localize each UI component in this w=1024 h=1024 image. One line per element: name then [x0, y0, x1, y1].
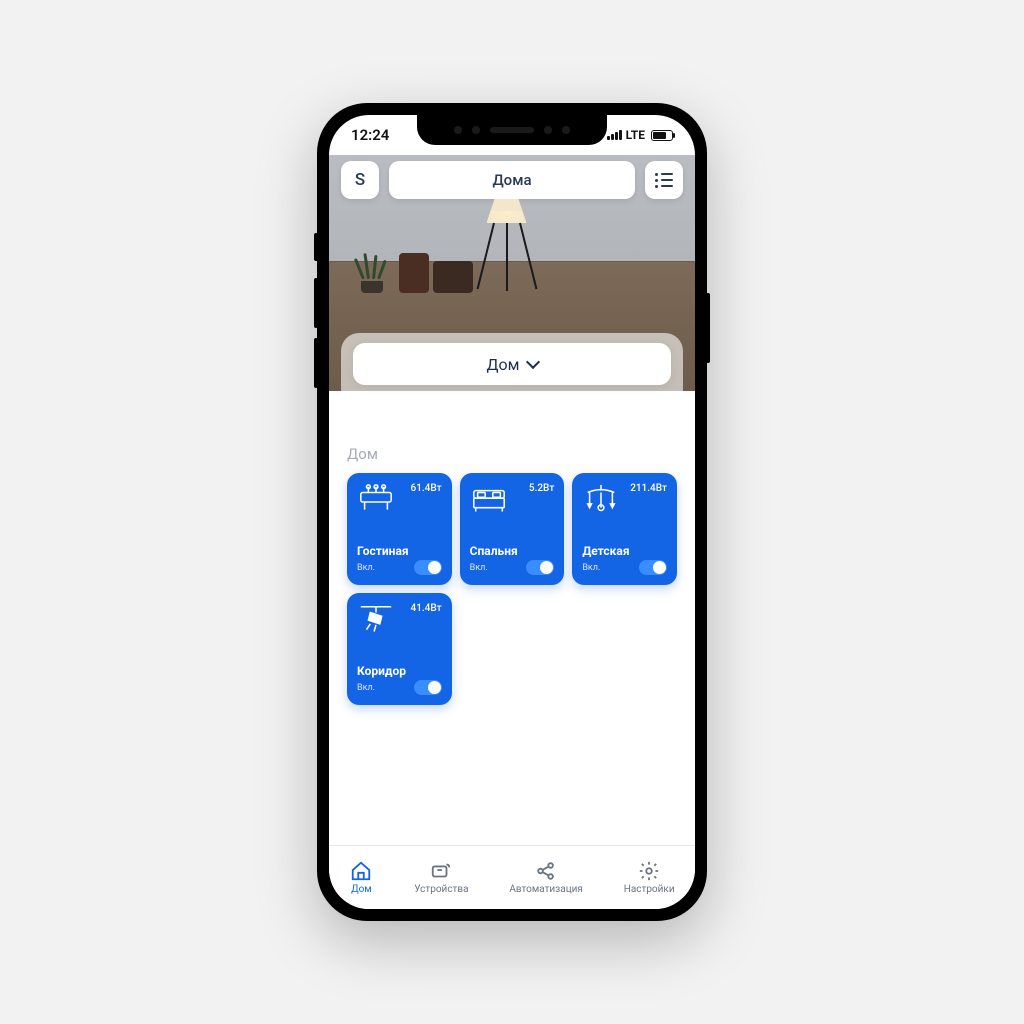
- room-toggle[interactable]: [639, 560, 667, 575]
- status-time: 12:24: [351, 126, 389, 144]
- tab-automation[interactable]: Автоматизация: [509, 860, 583, 895]
- volume-down-button: [314, 338, 318, 388]
- room-state: Вкл.: [470, 563, 488, 573]
- signal-icon: [607, 130, 622, 140]
- tab-label: Устройства: [414, 884, 468, 895]
- room-state: Вкл.: [582, 563, 600, 573]
- foosball-icon: [357, 483, 395, 515]
- screen: 12:24 LTE S Дома: [329, 115, 695, 909]
- room-toggle[interactable]: [414, 560, 442, 575]
- room-name: Детская: [582, 544, 667, 558]
- tab-bar: Дом Устройства Автоматизация: [329, 845, 695, 909]
- tab-home[interactable]: Дом: [349, 860, 373, 895]
- floor-dropdown[interactable]: Дом: [353, 343, 671, 385]
- room-watt: 41.4Вт: [411, 603, 442, 614]
- tab-settings[interactable]: Настройки: [624, 860, 675, 895]
- power-button: [706, 293, 710, 363]
- spotlight-icon: [357, 603, 395, 635]
- room-name: Спальня: [470, 544, 555, 558]
- scene-decor: [433, 261, 473, 293]
- room-name: Гостиная: [357, 544, 442, 558]
- room-toggle[interactable]: [414, 680, 442, 695]
- network-label: LTE: [626, 128, 645, 142]
- room-state: Вкл.: [357, 683, 375, 693]
- list-icon: [655, 173, 673, 188]
- mobile-toy-icon: [582, 483, 620, 515]
- bed-icon: [470, 483, 508, 515]
- chevron-down-icon: [525, 355, 539, 369]
- room-watt: 5.2Вт: [529, 483, 554, 494]
- home-label: Дома: [492, 171, 531, 189]
- volume-up-button: [314, 278, 318, 328]
- list-view-button[interactable]: [645, 161, 683, 199]
- phone-frame: 12:24 LTE S Дома: [317, 103, 707, 921]
- scene-decor: [399, 253, 429, 293]
- tab-label: Настройки: [624, 884, 675, 895]
- content-area: Дом 61.4Вт Гост: [329, 391, 695, 845]
- room-watt: 61.4Вт: [411, 483, 442, 494]
- rooms-grid: 61.4Вт Гостиная Вкл.: [347, 473, 677, 705]
- room-card-kids[interactable]: 211.4Вт Детская Вкл.: [572, 473, 677, 585]
- scene-lamp: [479, 199, 534, 291]
- room-card-hallway[interactable]: 41.4Вт Коридор Вкл.: [347, 593, 452, 705]
- room-watt: 211.4Вт: [630, 483, 667, 494]
- devices-icon: [429, 860, 453, 882]
- dropdown-label: Дом: [486, 355, 519, 374]
- avatar-letter: S: [355, 170, 365, 190]
- notch: [417, 115, 607, 145]
- hero-image: S Дома: [329, 155, 695, 391]
- tab-devices[interactable]: Устройства: [414, 860, 468, 895]
- tab-label: Автоматизация: [509, 884, 583, 895]
- room-state: Вкл.: [357, 563, 375, 573]
- gear-icon: [637, 860, 661, 882]
- room-name: Коридор: [357, 664, 442, 678]
- battery-icon: [651, 130, 673, 141]
- scene-plant: [361, 253, 383, 293]
- room-card-living[interactable]: 61.4Вт Гостиная Вкл.: [347, 473, 452, 585]
- tab-label: Дом: [351, 884, 372, 895]
- room-card-bedroom[interactable]: 5.2Вт Спальня Вкл.: [460, 473, 565, 585]
- side-button: [314, 233, 318, 261]
- room-toggle[interactable]: [526, 560, 554, 575]
- sheet-header: Дом: [341, 333, 683, 403]
- share-icon: [534, 860, 558, 882]
- home-selector[interactable]: Дома: [389, 161, 635, 199]
- avatar-button[interactable]: S: [341, 161, 379, 199]
- section-title: Дом: [347, 445, 677, 463]
- home-icon: [349, 860, 373, 882]
